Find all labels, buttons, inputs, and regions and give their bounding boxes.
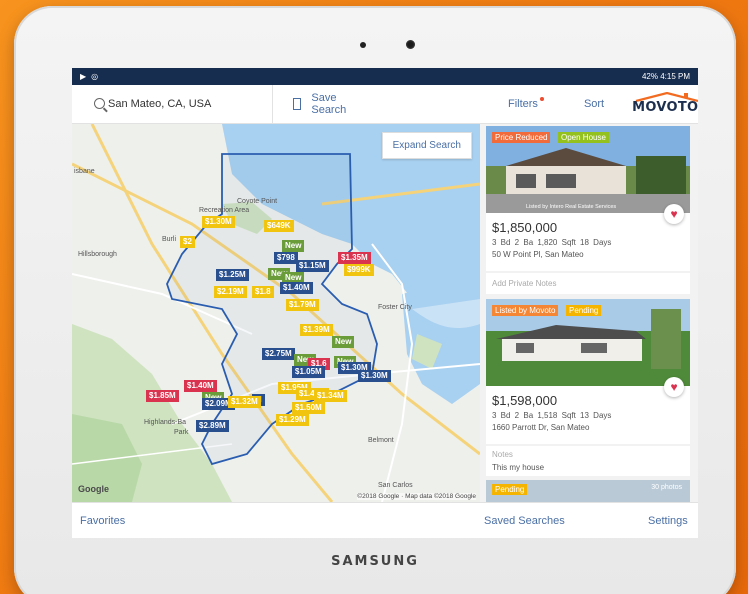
app-screen: ▶ ◎ 42% 4:15 PM San Mateo, CA, USA Save …	[72, 68, 698, 538]
nav-settings[interactable]: Settings	[648, 515, 688, 527]
listing-address: 1660 Parrott Dr, San Mateo	[492, 423, 590, 432]
listing-price: $1,850,000	[492, 220, 558, 235]
nav-favorites[interactable]: Favorites	[80, 515, 125, 527]
bottom-navigation: Favorites Saved Searches Settings	[72, 502, 698, 538]
map-view[interactable]: Expand Search isbane Coyote Point Recrea…	[72, 124, 480, 502]
map-label-brisbane: isbane	[74, 168, 95, 175]
sensor	[360, 42, 366, 48]
map-price-pin[interactable]: $1.40M	[280, 282, 313, 294]
photo-credit: Listed by Intero Real Estate Services	[526, 204, 617, 210]
map-price-pin[interactable]: $1.30M	[358, 370, 391, 382]
location-search-input[interactable]: San Mateo, CA, USA	[72, 85, 273, 123]
sort-button[interactable]: Sort	[584, 98, 604, 110]
status-right: 42% 4:15 PM	[641, 72, 690, 81]
device-brand: SAMSUNG	[331, 554, 419, 569]
map-label-foster-city: Foster City	[378, 304, 412, 311]
map-price-pin[interactable]: $1.29M	[276, 414, 309, 426]
map-price-pin[interactable]: $1.32M	[228, 396, 261, 408]
search-icon	[94, 97, 105, 109]
filters-label: Filters	[507, 98, 538, 110]
map-label-recreation: Recreation Area	[199, 207, 250, 214]
map-price-pin[interactable]: $1.8	[252, 286, 274, 298]
movoto-logo[interactable]: MOVOTO	[632, 89, 698, 119]
save-search-button[interactable]: Save Search	[292, 92, 370, 116]
map-price-pin[interactable]: $1.40M	[184, 380, 217, 392]
notes-text: This my house	[492, 463, 545, 472]
map-copyright: ©2018 Google · Map data ©2018 Google	[357, 493, 476, 500]
notification-icon: ▶	[80, 72, 87, 81]
map-price-pin[interactable]: New	[282, 240, 305, 252]
nav-saved-searches[interactable]: Saved Searches	[484, 515, 565, 527]
favorite-heart-icon[interactable]: ♥	[664, 377, 684, 397]
logo-text: MOVOTO	[632, 100, 698, 115]
map-price-pin[interactable]: $1.30M	[202, 216, 235, 228]
map-price-pin[interactable]: $1.05M	[292, 366, 325, 378]
listing-facts: 3 Bd 2 Ba 1,820 Sqft 18 Days	[492, 238, 612, 247]
map-price-pin[interactable]: $1.39M	[300, 324, 333, 336]
notes-field[interactable]: Notes This my house	[486, 446, 690, 476]
save-search-label: Save Search	[311, 92, 347, 116]
listing-price: $1,598,000	[492, 393, 558, 408]
map-label-park: Park	[174, 429, 189, 436]
front-camera	[406, 40, 415, 49]
map-label-coyote-point: Coyote Point	[237, 198, 278, 205]
filters-button[interactable]: Filters	[507, 97, 544, 110]
bookmark-icon	[292, 98, 302, 110]
map-label-hillsborough: Hillsborough	[78, 251, 117, 258]
price-reduced-tag: Price Reduced	[492, 132, 551, 143]
map-canvas	[72, 124, 480, 502]
map-price-pin[interactable]: $1.25M	[216, 269, 249, 281]
map-label-belmont: Belmont	[368, 437, 394, 444]
search-location-text: San Mateo, CA, USA	[108, 98, 212, 110]
map-price-pin[interactable]: $798	[274, 252, 298, 264]
map-price-pin[interactable]: $1.50M	[292, 402, 325, 414]
favorite-heart-icon[interactable]: ♥	[664, 204, 684, 224]
listing-photo[interactable]: Pending 30 photos	[486, 480, 690, 502]
listing-card[interactable]: Listed by Movoto Pending ♥ $1,598,000 3 …	[486, 299, 690, 444]
map-label-san-carlos: San Carlos	[378, 482, 413, 489]
google-logo: Google	[78, 484, 109, 494]
map-label-highlands: Highlands-Ba	[144, 419, 187, 426]
listing-card[interactable]: Pending 30 photos	[486, 480, 690, 502]
listing-photo[interactable]: Price Reduced Open House Listed by Inter…	[486, 126, 690, 213]
map-price-pin[interactable]: $1.15M	[296, 260, 329, 272]
listing-facts: 3 Bd 2 Ba 1,518 Sqft 13 Days	[492, 411, 612, 420]
map-price-pin[interactable]: $2	[180, 236, 195, 248]
photo-count: 30 photos	[651, 484, 682, 491]
map-price-pin[interactable]: $2.75M	[262, 348, 295, 360]
map-price-pin[interactable]: $999K	[344, 264, 374, 276]
notes-label: Notes	[492, 450, 513, 459]
map-price-pin[interactable]: $1.79M	[286, 299, 319, 311]
sync-icon: ◎	[91, 72, 99, 81]
filter-active-dot-icon	[539, 97, 544, 101]
listing-photo[interactable]: Listed by Movoto Pending	[486, 299, 690, 386]
map-price-pin[interactable]: $1.35M	[338, 252, 371, 264]
map-price-pin[interactable]: $1.34M	[314, 390, 347, 402]
listing-panel[interactable]: Price Reduced Open House Listed by Inter…	[480, 124, 698, 502]
listed-by-movoto-tag: Listed by Movoto	[492, 305, 559, 316]
add-notes-field[interactable]: Add Private Notes	[486, 273, 690, 294]
map-price-pin[interactable]: $1.85M	[146, 390, 179, 402]
listing-card[interactable]: Price Reduced Open House Listed by Inter…	[486, 126, 690, 271]
expand-search-button[interactable]: Expand Search	[381, 132, 472, 159]
status-bar: ▶ ◎ 42% 4:15 PM	[72, 68, 698, 85]
map-label-burlingame: Burli	[162, 236, 177, 243]
top-toolbar: San Mateo, CA, USA Save Search Filters S…	[72, 85, 698, 124]
pending-tag: Pending	[492, 484, 528, 495]
open-house-tag: Open House	[558, 132, 609, 143]
listing-address: 50 W Point Pl, San Mateo	[492, 250, 584, 259]
map-price-pin[interactable]: $649K	[264, 220, 294, 232]
map-price-pin[interactable]: $2.89M	[196, 420, 229, 432]
map-price-pin[interactable]: New	[332, 336, 355, 348]
map-price-pin[interactable]: $2.19M	[214, 286, 247, 298]
pending-tag: Pending	[566, 305, 602, 316]
